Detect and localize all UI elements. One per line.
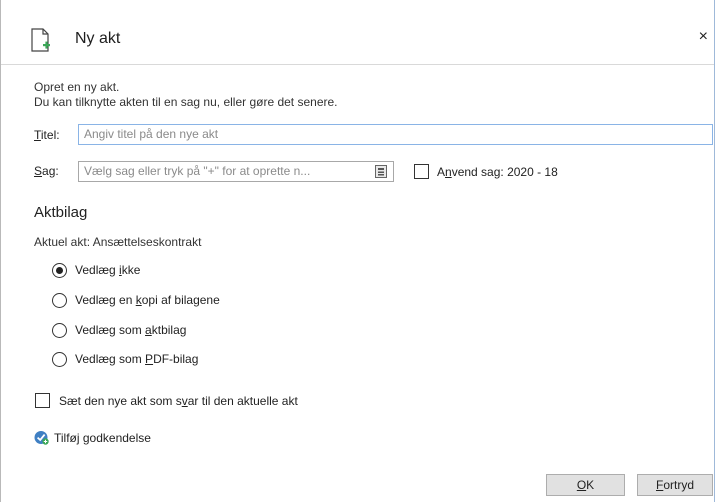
- title-label-rest: itel:: [40, 128, 60, 142]
- radio-option-act-attachment[interactable]: Vedlæg som aktbilag: [52, 321, 186, 339]
- case-label-rest: ag:: [42, 164, 59, 178]
- radio-label-post: DF-bilag: [153, 352, 199, 366]
- apply-case-rest: vend sag: 2020 - 18: [451, 165, 558, 179]
- radio-button[interactable]: [52, 351, 67, 367]
- current-act-label: Aktuel akt: Ansættelseskontrakt: [34, 235, 202, 249]
- radio-button[interactable]: [52, 292, 67, 308]
- new-document-icon: [31, 28, 50, 52]
- radio-label-pre: Vedlæg som: [75, 352, 146, 366]
- apply-case-checkbox[interactable]: [414, 164, 429, 179]
- cancel-button[interactable]: Fortryd: [637, 474, 713, 496]
- add-approval-icon: [34, 431, 49, 445]
- radio-label-post: kke: [121, 263, 141, 277]
- reply-label: Sæt den nye akt som svar til den aktuell…: [59, 394, 298, 408]
- radio-button-selected[interactable]: [52, 262, 67, 278]
- radio-label-pre: Vedlæg som: [75, 323, 146, 337]
- attachments-heading: Aktbilag: [34, 204, 88, 221]
- radio-option-pdf[interactable]: Vedlæg som PDF-bilag: [52, 350, 198, 368]
- radio-option-copy[interactable]: Vedlæg en kopi af bilagene: [52, 291, 220, 309]
- title-label: Titel:: [34, 128, 60, 142]
- case-input-placeholder: Vælg sag eller tryk på "+" for at oprett…: [84, 164, 311, 178]
- radio-label-post: ktbilag: [151, 323, 187, 337]
- radio-label-accel: P: [145, 352, 154, 366]
- radio-label-pre: Vedlæg en: [75, 293, 136, 307]
- title-input[interactable]: Angiv titel på den nye akt: [78, 124, 713, 145]
- apply-case-accel: n: [445, 165, 452, 179]
- radio-label-pre: Vedlæg: [75, 263, 120, 277]
- reply-label-post: ar til den aktuelle akt: [187, 394, 298, 408]
- add-approval-link[interactable]: Tilføj godkendelse: [34, 430, 151, 445]
- ok-button-rest: K: [586, 478, 595, 492]
- intro-line-2: Du kan tilknytte akten til en sag nu, el…: [34, 95, 338, 109]
- apply-case-prefix: A: [437, 165, 446, 179]
- reply-checkbox[interactable]: [35, 393, 50, 408]
- intro-text: Opret en ny akt. Du kan tilknytte akten …: [34, 80, 338, 110]
- ok-button-accel: O: [576, 478, 587, 492]
- radio-label: Vedlæg ikke: [75, 263, 140, 277]
- radio-label-post: opi af bilagene: [141, 293, 220, 307]
- title-bar: Ny akt ×: [1, 0, 714, 65]
- reply-label-pre: Sæt den nye akt som s: [59, 394, 182, 408]
- case-lookup-icon[interactable]: [375, 165, 387, 178]
- radio-option-none[interactable]: Vedlæg ikke: [52, 261, 140, 279]
- apply-case-label: Anvend sag: 2020 - 18: [437, 165, 558, 179]
- dialog-title: Ny akt: [75, 30, 121, 47]
- close-button[interactable]: ×: [699, 28, 708, 46]
- new-act-dialog: Ny akt × Opret en ny akt. Du kan tilknyt…: [0, 0, 715, 502]
- case-label-accel: S: [34, 164, 43, 178]
- radio-label-accel: a: [145, 323, 152, 337]
- radio-label: Vedlæg som aktbilag: [75, 323, 186, 337]
- add-approval-label: Tilføj godkendelse: [54, 430, 151, 445]
- case-label: Sag:: [34, 164, 59, 178]
- title-input-placeholder: Angiv titel på den nye akt: [84, 127, 219, 141]
- intro-line-1: Opret en ny akt.: [34, 80, 120, 94]
- title-label-accel: T: [34, 128, 41, 142]
- case-input[interactable]: Vælg sag eller tryk på "+" for at oprett…: [78, 161, 394, 182]
- radio-button[interactable]: [52, 322, 67, 338]
- radio-label: Vedlæg en kopi af bilagene: [75, 293, 220, 307]
- cancel-button-rest: ortryd: [663, 478, 695, 492]
- ok-button[interactable]: OK: [546, 474, 625, 496]
- radio-label: Vedlæg som PDF-bilag: [75, 352, 198, 366]
